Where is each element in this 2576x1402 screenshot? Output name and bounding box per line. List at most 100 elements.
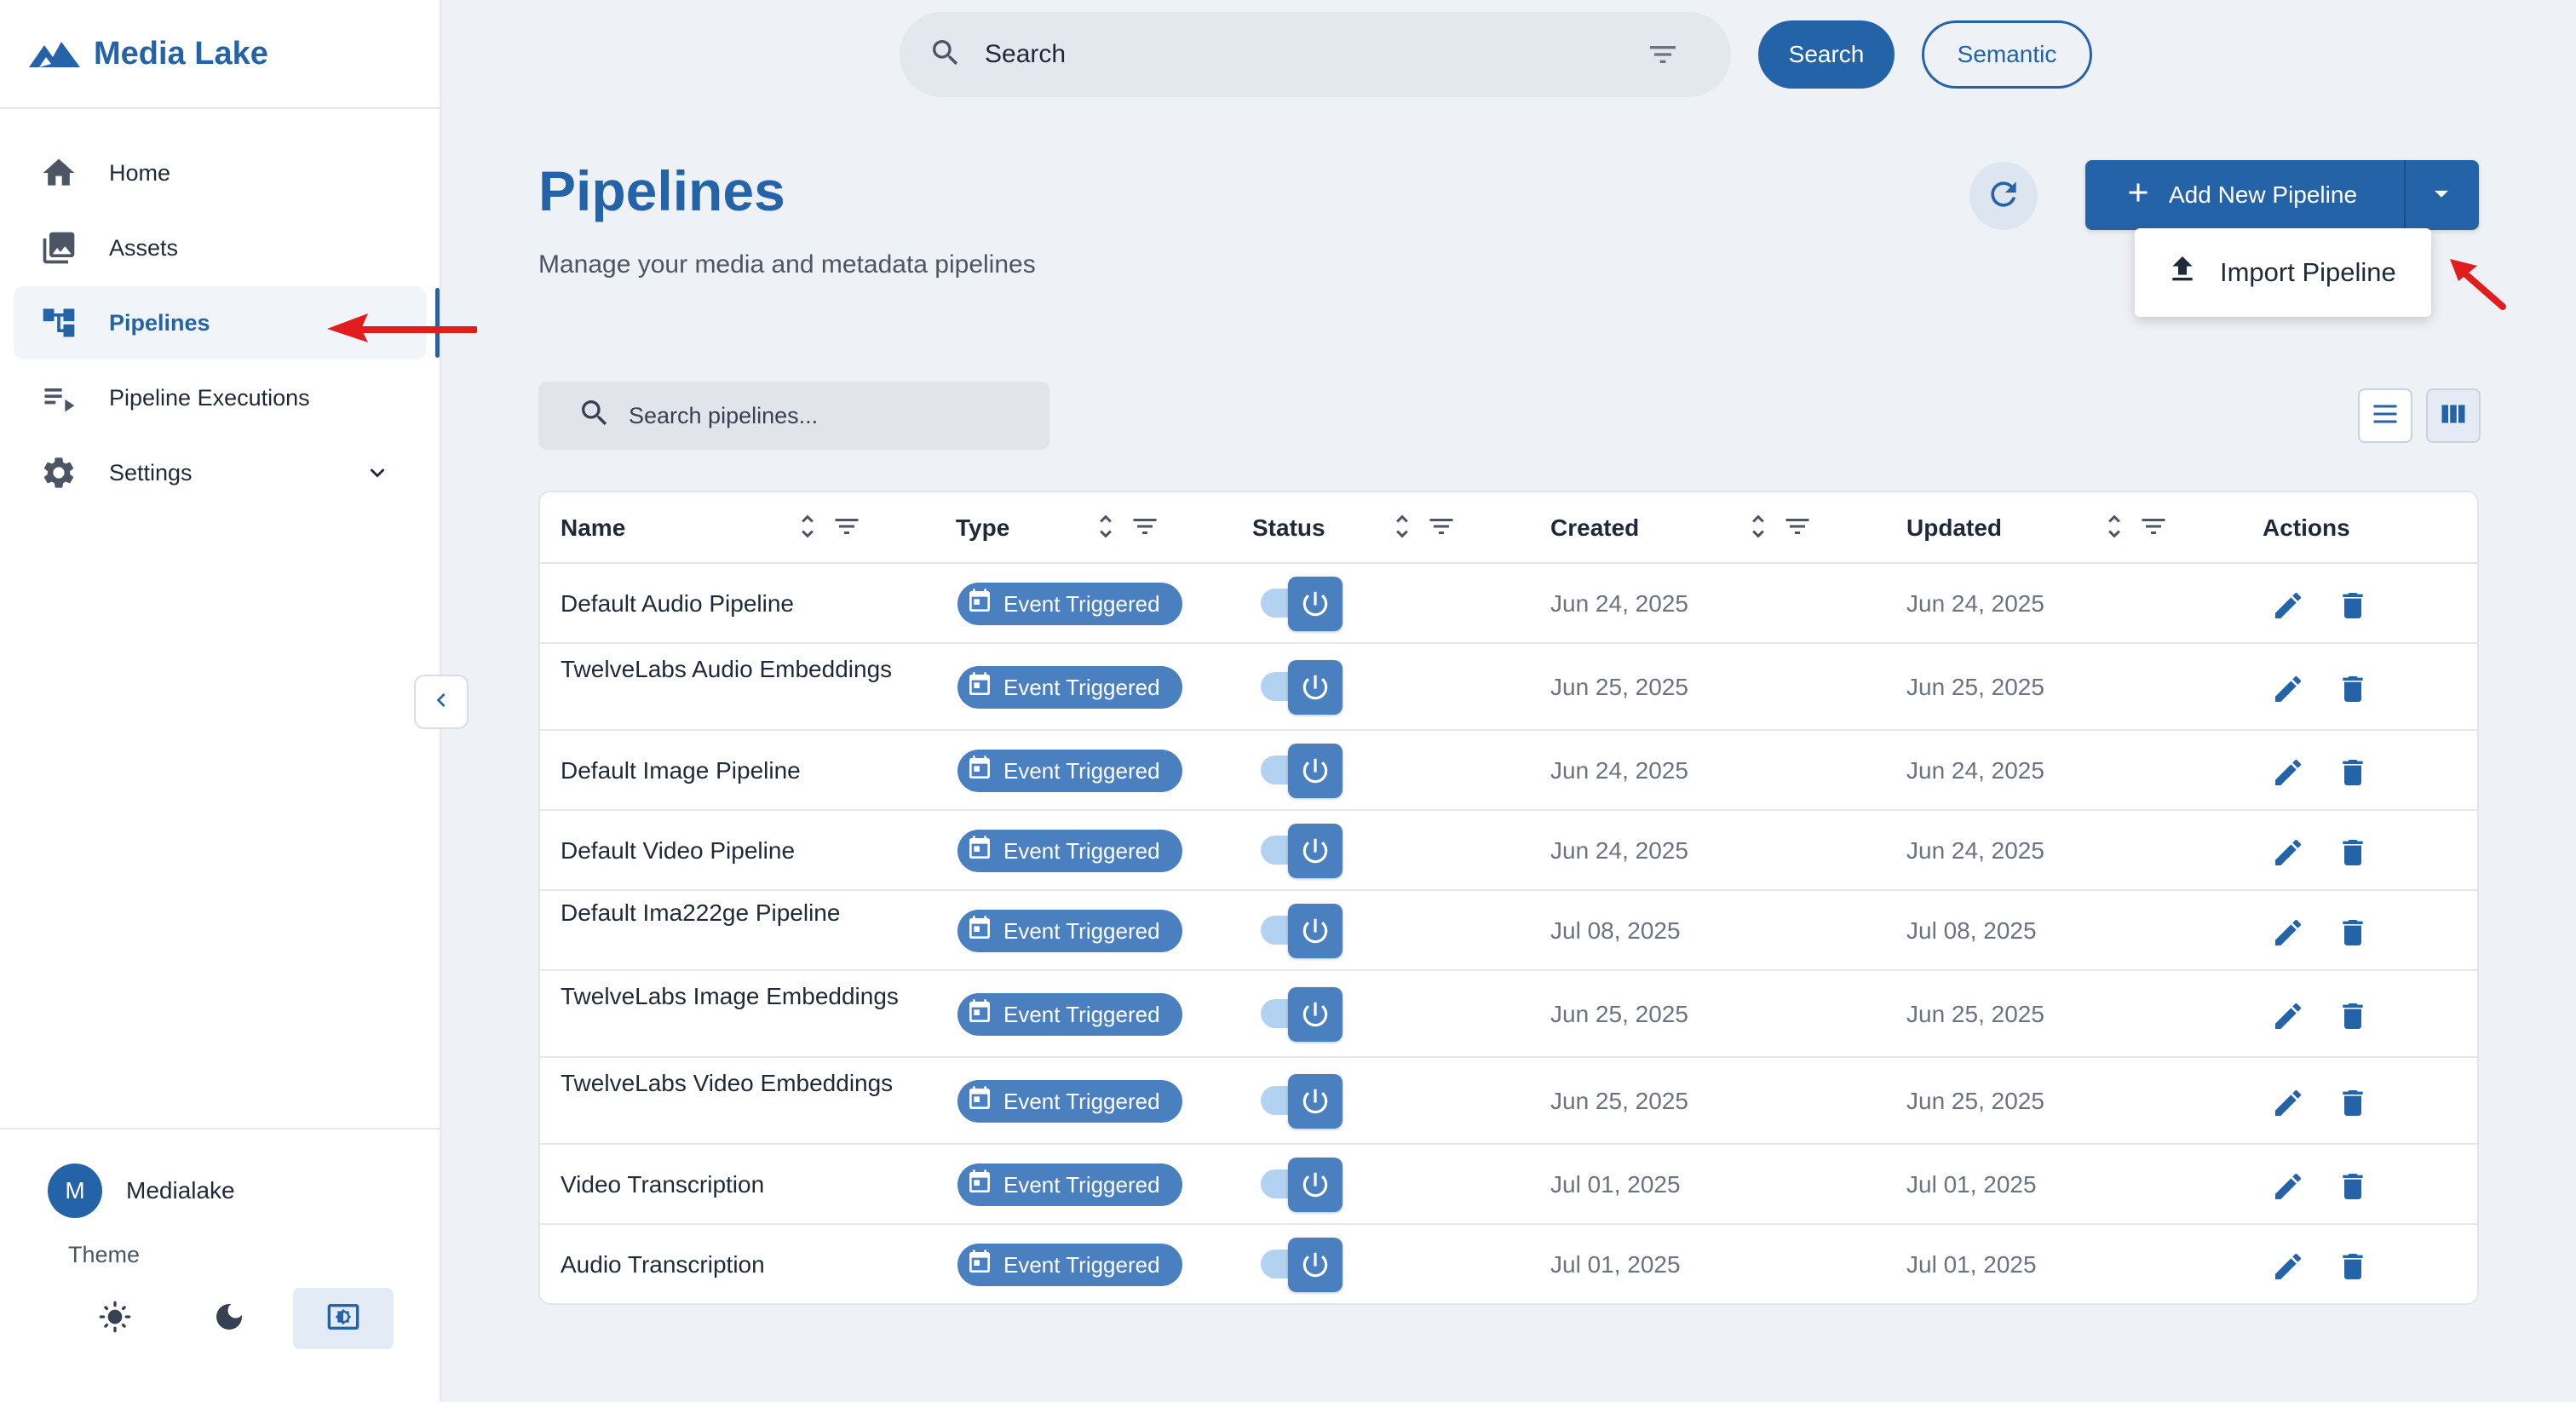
sort-icon[interactable] — [1090, 511, 1130, 548]
delete-icon[interactable] — [2334, 914, 2372, 951]
filter-icon[interactable] — [2138, 511, 2177, 548]
delete-icon[interactable] — [2334, 1168, 2372, 1205]
table-row[interactable]: Default Video Pipeline Event Triggered Jun… — [540, 811, 2477, 891]
user-name: Medialake — [126, 1177, 235, 1204]
collapse-sidebar-button[interactable] — [414, 675, 469, 729]
pipeline-search-input[interactable]: Search pipelines... — [538, 382, 1049, 450]
edit-icon[interactable] — [2269, 1084, 2307, 1122]
type-chip: Event Triggered — [957, 1080, 1182, 1123]
edit-icon[interactable] — [2269, 914, 2307, 951]
import-pipeline-label: Import Pipeline — [2220, 257, 2396, 287]
type-chip: Event Triggered — [957, 910, 1182, 952]
sidebar-footer: M Medialake Theme — [0, 1128, 440, 1402]
pipeline-name: TwelveLabs Video Embeddings — [561, 1070, 894, 1096]
filter-icon[interactable] — [1130, 511, 1169, 548]
type-chip: Event Triggered — [957, 1164, 1182, 1206]
updated-date: Jul 01, 2025 — [1906, 1251, 2037, 1278]
import-pipeline-menu-item[interactable]: Import Pipeline — [2135, 228, 2431, 317]
refresh-button[interactable] — [1969, 162, 2038, 230]
delete-icon[interactable] — [2334, 1084, 2372, 1122]
edit-icon[interactable] — [2269, 834, 2307, 871]
edit-icon[interactable] — [2269, 587, 2307, 624]
power-icon — [1288, 1238, 1343, 1292]
delete-icon[interactable] — [2334, 754, 2372, 791]
logo[interactable]: Media Lake — [0, 0, 440, 109]
global-search-bar[interactable]: Search — [900, 12, 1731, 97]
calendar-icon — [966, 835, 1003, 868]
table-row[interactable]: TwelveLabs Video Embeddings Event Trigger… — [540, 1058, 2477, 1145]
sidebar: Media Lake Home Assets Pipelines Pipelin… — [0, 0, 441, 1402]
pipelines-table: Name Type Status Created Updated Actions… — [538, 491, 2479, 1305]
pipeline-name: Default Ima222ge Pipeline — [561, 899, 841, 926]
table-row[interactable]: TwelveLabs Audio Embeddings Event Trigger… — [540, 644, 2477, 731]
column-label: Status — [1252, 514, 1325, 541]
edit-icon[interactable] — [2269, 754, 2307, 791]
edit-icon[interactable] — [2269, 1248, 2307, 1285]
table-row[interactable]: TwelveLabs Image Embeddings Event Trigger… — [540, 971, 2477, 1058]
delete-icon[interactable] — [2334, 1248, 2372, 1285]
theme-switcher — [65, 1288, 394, 1349]
updated-date: Jun 25, 2025 — [1906, 674, 2044, 700]
column-header-created[interactable]: Created — [1550, 492, 1639, 564]
sidebar-item-label: Pipeline Executions — [109, 384, 310, 411]
created-date: Jun 24, 2025 — [1550, 837, 1688, 864]
delete-icon[interactable] — [2334, 997, 2372, 1035]
sidebar-item-assets[interactable]: Assets — [14, 211, 426, 284]
column-header-name[interactable]: Name — [561, 492, 625, 564]
status-toggle[interactable] — [1261, 660, 1346, 715]
sidebar-item-settings[interactable]: Settings — [14, 436, 426, 509]
filter-icon[interactable] — [1426, 511, 1465, 548]
table-row[interactable]: Audio Transcription Event Triggered Jul 01… — [540, 1225, 2477, 1303]
add-pipeline-split-button: Add New Pipeline — [2085, 160, 2479, 230]
status-toggle[interactable] — [1261, 744, 1346, 798]
add-pipeline-dropdown-button[interactable] — [2406, 160, 2477, 230]
sort-icon[interactable] — [1387, 511, 1426, 548]
add-new-pipeline-button[interactable]: Add New Pipeline — [2085, 160, 2406, 230]
edit-icon[interactable] — [2269, 1168, 2307, 1205]
sort-icon[interactable] — [792, 511, 831, 548]
table-row[interactable]: Default Ima222ge Pipeline Event Triggered… — [540, 891, 2477, 971]
table-row[interactable]: Default Image Pipeline Event Triggered Jun… — [540, 731, 2477, 811]
dark-theme-button[interactable] — [179, 1288, 279, 1349]
column-header-status[interactable]: Status — [1252, 492, 1325, 564]
table-row[interactable]: Video Transcription Event Triggered Jul 01… — [540, 1145, 2477, 1225]
sidebar-item-label: Settings — [109, 459, 193, 486]
status-toggle[interactable] — [1261, 904, 1346, 958]
type-label: Event Triggered — [1003, 1088, 1160, 1114]
user-profile[interactable]: M Medialake — [48, 1164, 235, 1218]
created-date: Jul 08, 2025 — [1550, 917, 1681, 944]
status-toggle[interactable] — [1261, 824, 1346, 878]
chevron-down-icon[interactable] — [363, 458, 392, 487]
edit-icon[interactable] — [2269, 997, 2307, 1035]
status-toggle[interactable] — [1261, 1158, 1346, 1212]
delete-icon[interactable] — [2334, 587, 2372, 624]
type-label: Event Triggered — [1003, 1171, 1160, 1198]
status-toggle[interactable] — [1261, 987, 1346, 1042]
type-label: Event Triggered — [1003, 757, 1160, 784]
filter-icon[interactable] — [831, 511, 871, 548]
light-theme-button[interactable] — [65, 1288, 165, 1349]
list-view-button[interactable] — [2358, 388, 2412, 443]
delete-icon[interactable] — [2334, 670, 2372, 708]
delete-icon[interactable] — [2334, 834, 2372, 871]
column-header-updated[interactable]: Updated — [1906, 492, 2002, 564]
system-theme-button[interactable] — [293, 1288, 394, 1349]
filter-icon[interactable] — [1646, 37, 1680, 76]
power-icon — [1288, 660, 1343, 715]
table-row[interactable]: Default Audio Pipeline Event Triggered Jun… — [540, 564, 2477, 644]
sidebar-item-pipeline-executions[interactable]: Pipeline Executions — [14, 361, 426, 434]
edit-icon[interactable] — [2269, 670, 2307, 708]
status-toggle[interactable] — [1261, 577, 1346, 631]
column-view-button[interactable] — [2426, 388, 2481, 443]
sort-icon[interactable] — [2099, 511, 2138, 548]
sidebar-item-home[interactable]: Home — [14, 136, 426, 210]
sort-icon[interactable] — [1743, 511, 1782, 548]
power-icon — [1288, 1158, 1343, 1212]
semantic-button[interactable]: Semantic — [1922, 20, 2092, 89]
pipeline-name: Default Audio Pipeline — [561, 590, 794, 617]
status-toggle[interactable] — [1261, 1074, 1346, 1129]
filter-icon[interactable] — [1782, 511, 1821, 548]
search-button[interactable]: Search — [1758, 20, 1895, 89]
status-toggle[interactable] — [1261, 1238, 1346, 1292]
column-header-type[interactable]: Type — [956, 492, 1009, 564]
